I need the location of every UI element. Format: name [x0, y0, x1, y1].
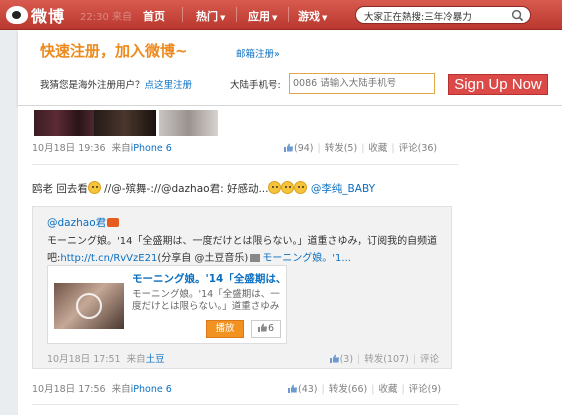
post-divider: [32, 404, 458, 405]
chevron-down-icon: ▼: [220, 14, 226, 22]
like-action[interactable]: (43): [288, 384, 318, 395]
post-client[interactable]: iPhone 6: [131, 143, 172, 154]
phone-input[interactable]: [289, 73, 435, 94]
emoji-icon: [268, 181, 282, 194]
underlying-post-time: 22:30 来自: [80, 12, 132, 23]
repost-actions: (3) | 转发(107) | 评论: [329, 351, 439, 365]
overseas-register-link[interactable]: 点这里注册: [145, 80, 193, 91]
thumbs-up-icon: [329, 354, 339, 363]
nav-divider: [288, 7, 289, 22]
nav-hot[interactable]: 热门 ▼: [196, 8, 225, 24]
emoji-icon: [281, 181, 295, 194]
video-like-button[interactable]: 6: [251, 320, 281, 338]
like-action[interactable]: (3): [329, 354, 353, 365]
register-title: 快速注册，加入微博~: [40, 42, 188, 60]
repost-action[interactable]: 转发(5): [325, 143, 357, 154]
repost-action[interactable]: 转发(107): [364, 354, 409, 365]
play-icon: [76, 293, 102, 319]
top-navbar: 微博 22:30 来自 首页 热门 ▼ 应用 ▼ 游戏 ▼: [0, 0, 562, 30]
chevron-down-icon: ▼: [322, 14, 328, 22]
phone-label: 大陆手机号:: [230, 80, 281, 91]
post-date[interactable]: 10月18日 17:56: [32, 384, 106, 395]
thumbs-up-icon: [257, 323, 267, 332]
search-input[interactable]: [364, 9, 504, 22]
video-card[interactable]: モーニング娘。'14「全盛期は、一度 モーニング娘。'14「全盛期は、一度だけと…: [47, 265, 287, 344]
post-date[interactable]: 10月18日 19:36: [32, 143, 106, 154]
video-title[interactable]: モーニング娘。'14「全盛期は、一度: [132, 271, 284, 286]
mention-link[interactable]: @李纯_BABY: [311, 183, 375, 195]
comment-action[interactable]: 评论(36): [399, 143, 438, 154]
weibo-logo[interactable]: 微博: [6, 4, 65, 26]
emoji-icon: [87, 181, 101, 194]
nav-games[interactable]: 游戏 ▼: [298, 8, 327, 24]
thumbs-up-icon: [288, 384, 297, 393]
search-icon[interactable]: [511, 9, 524, 22]
nav-divider: [236, 7, 237, 22]
post-meta: 10月18日 17:56 来自iPhone 6: [32, 384, 172, 395]
repost-client[interactable]: 土豆: [146, 354, 165, 365]
like-action[interactable]: (94): [284, 143, 314, 154]
emoji-icon: [294, 181, 308, 194]
repost-text: モーニング娘。'14「全盛期は、一度だけとは限らない。」道重さゆみ，订阅我的自频…: [47, 236, 438, 264]
repost-meta: 10月18日 17:51 来自土豆: [47, 354, 165, 365]
post-actions: (94) | 转发(5) | 收藏 | 评论(36): [284, 140, 437, 154]
post-meta: 10月18日 19:36 来自iPhone 6: [32, 143, 172, 154]
feed: 10月18日 19:36 来自iPhone 6 (94) | 转发(5) | 收藏 | 评论…: [18, 106, 562, 415]
video-link[interactable]: モーニング娘。'1...: [262, 253, 351, 264]
comment-action[interactable]: 评论(9): [409, 384, 441, 395]
repost-action[interactable]: 转发(66): [329, 384, 368, 395]
favorite-action[interactable]: 收藏: [368, 143, 387, 154]
short-link[interactable]: http://t.cn/RvVzE21: [60, 253, 157, 264]
overseas-prompt: 我猜您是海外注册用户？点这里注册: [40, 80, 193, 91]
video-thumbnail[interactable]: [54, 283, 124, 329]
repost-date[interactable]: 10月18日 17:51: [47, 354, 121, 365]
vip-icon: [107, 218, 120, 227]
video-description: モーニング娘。'14「全盛期は、一度だけとは限らない。」道重さゆみ: [132, 289, 280, 312]
post-divider: [32, 164, 458, 165]
post-client[interactable]: iPhone 6: [131, 384, 172, 395]
sign-up-button[interactable]: Sign Up Now: [448, 74, 548, 95]
video-icon: [250, 254, 261, 262]
play-button[interactable]: 播放: [206, 320, 244, 338]
thumbs-up-icon: [284, 143, 293, 152]
comment-action[interactable]: 评论: [420, 354, 439, 365]
post-image[interactable]: [94, 110, 156, 136]
post-actions: (43) | 转发(66) | 收藏 | 评论(9): [288, 381, 441, 395]
original-author[interactable]: @dazhao君: [47, 215, 120, 230]
weibo-eye-icon: [6, 6, 28, 24]
favorite-action[interactable]: 收藏: [378, 384, 397, 395]
chevron-down-icon: ▼: [272, 14, 278, 22]
post-text: 鸥老 回去看 //@-殡舞-://@dazhao君: 好感动... @李纯_BA…: [32, 181, 375, 195]
register-banner: 快速注册，加入微博~ 邮箱注册» 我猜您是海外注册用户？点这里注册 大陆手机号:…: [18, 30, 562, 106]
reposted-content: @dazhao君 モーニング娘。'14「全盛期は、一度だけとは限らない。」道重さ…: [32, 206, 452, 369]
search-box[interactable]: [355, 6, 531, 24]
nav-home[interactable]: 首页: [143, 8, 165, 24]
post-image[interactable]: [159, 110, 218, 136]
logo-text: 微博: [31, 7, 66, 26]
email-register-link[interactable]: 邮箱注册»: [236, 46, 280, 60]
nav-apps[interactable]: 应用 ▼: [248, 8, 277, 24]
nav-divider: [182, 7, 183, 22]
